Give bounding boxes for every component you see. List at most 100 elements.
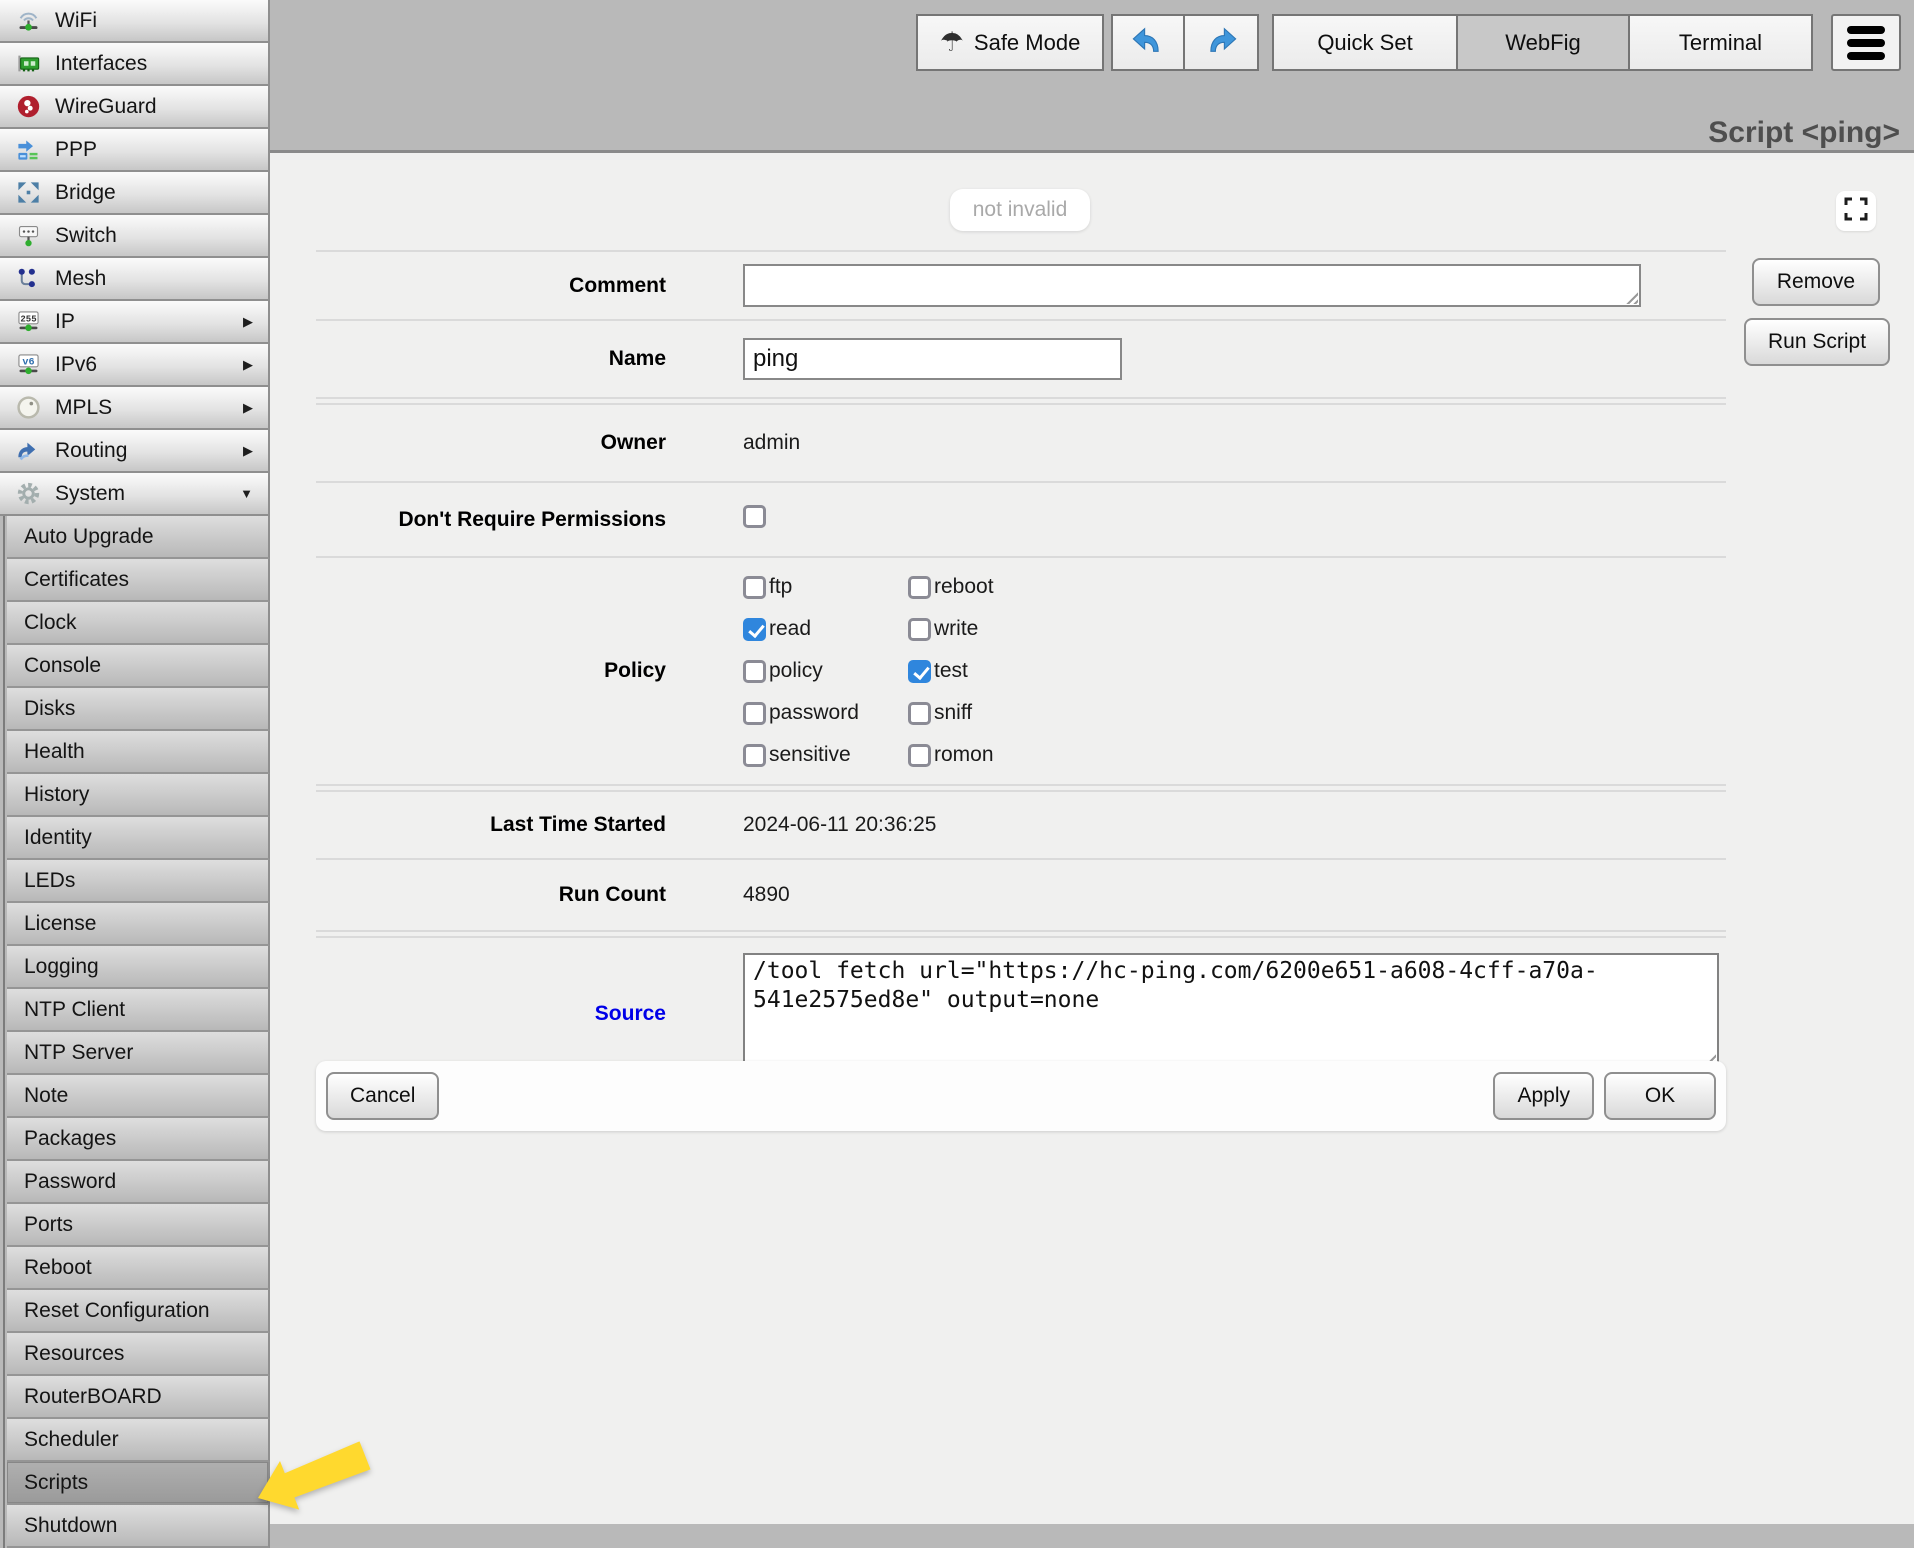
sidebar-item-scripts[interactable]: Scripts xyxy=(7,1462,270,1505)
sidebar-item-clock[interactable]: Clock xyxy=(7,602,270,645)
policy-option-label: password xyxy=(769,701,859,725)
sidebar-item-scheduler[interactable]: Scheduler xyxy=(7,1419,270,1462)
undo-redo-group xyxy=(1111,14,1259,71)
ok-button[interactable]: OK xyxy=(1604,1072,1716,1120)
hamburger-menu-button[interactable] xyxy=(1831,14,1901,71)
policy-option-label: write xyxy=(934,617,978,641)
switch-icon xyxy=(10,221,46,251)
policy-option-policy[interactable]: policy xyxy=(743,659,908,683)
sidebar-item-logging[interactable]: Logging xyxy=(7,946,270,989)
sidebar-item-ntp-client[interactable]: NTP Client xyxy=(7,989,270,1032)
checkbox-password[interactable] xyxy=(743,702,766,725)
run-count-row: Run Count 4890 xyxy=(316,858,1726,930)
sidebar-top: WiFi Interfaces WireGuardPPPBridgeSwitchMe… xyxy=(0,0,270,516)
checkbox-read[interactable] xyxy=(743,618,766,641)
apply-button[interactable]: Apply xyxy=(1493,1072,1594,1120)
fullscreen-button[interactable] xyxy=(1836,191,1876,231)
policy-option-sensitive[interactable]: sensitive xyxy=(743,743,908,767)
sidebar-item-password[interactable]: Password xyxy=(7,1161,270,1204)
run-count-label: Run Count xyxy=(316,883,666,907)
sidebar-item-license[interactable]: License xyxy=(7,903,270,946)
sidebar-item-console[interactable]: Console xyxy=(7,645,270,688)
sidebar-item-auto-upgrade[interactable]: Auto Upgrade xyxy=(7,516,270,559)
checkbox-sensitive[interactable] xyxy=(743,744,766,767)
tab-webfig[interactable]: WebFig xyxy=(1458,14,1630,71)
redo-button[interactable] xyxy=(1185,14,1259,71)
sidebar-item-ipv6[interactable]: v6IPv6▶ xyxy=(0,344,270,387)
sidebar-item-certificates[interactable]: Certificates xyxy=(7,559,270,602)
wireguard-icon xyxy=(10,92,46,122)
checkbox-sniff[interactable] xyxy=(908,702,931,725)
policy-option-write[interactable]: write xyxy=(908,617,994,641)
chevron-right-icon: ▶ xyxy=(243,357,253,373)
wifi-icon xyxy=(10,6,46,36)
bridge-icon xyxy=(10,178,46,208)
undo-button[interactable] xyxy=(1111,14,1185,71)
policy-option-password[interactable]: password xyxy=(743,701,908,725)
sidebar-item-identity[interactable]: Identity xyxy=(7,817,270,860)
cancel-button[interactable]: Cancel xyxy=(326,1072,439,1120)
sidebar-item-wifi[interactable]: WiFi xyxy=(0,0,270,43)
sidebar-item-health[interactable]: Health xyxy=(7,731,270,774)
sidebar-item-ip[interactable]: 255IP▶ xyxy=(0,301,270,344)
tab-quick-set[interactable]: Quick Set xyxy=(1272,14,1458,71)
checkbox-ftp[interactable] xyxy=(743,576,766,599)
sidebar-item-history[interactable]: History xyxy=(7,774,270,817)
sidebar-item-ppp[interactable]: PPP xyxy=(0,129,270,172)
remove-button[interactable]: Remove xyxy=(1752,258,1880,306)
run-count-value: 4890 xyxy=(666,883,1726,907)
policy-option-test[interactable]: test xyxy=(908,659,994,683)
policy-option-ftp[interactable]: ftp xyxy=(743,575,908,599)
sidebar-item-wireguard[interactable]: WireGuard xyxy=(0,86,270,129)
safe-mode-label: Safe Mode xyxy=(974,30,1080,56)
policy-option-romon[interactable]: romon xyxy=(908,743,994,767)
sidebar-item-label: Interfaces xyxy=(55,52,147,76)
sidebar-item-reboot[interactable]: Reboot xyxy=(7,1247,270,1290)
sidebar-item-mpls[interactable]: MPLS▶ xyxy=(0,387,270,430)
sidebar-item-packages[interactable]: Packages xyxy=(7,1118,270,1161)
sidebar-item-label: Routing xyxy=(55,439,127,463)
sidebar-item-leds[interactable]: LEDs xyxy=(7,860,270,903)
policy-option-label: read xyxy=(769,617,811,641)
sidebar-item-routing[interactable]: Routing▶ xyxy=(0,430,270,473)
interfaces-icon xyxy=(10,49,46,79)
action-button-bar: Cancel Apply OK xyxy=(316,1061,1726,1131)
comment-input[interactable] xyxy=(743,264,1641,307)
sidebar-item-reset-configuration[interactable]: Reset Configuration xyxy=(7,1290,270,1333)
sidebar-item-label: WiFi xyxy=(55,9,97,33)
sidebar-item-disks[interactable]: Disks xyxy=(7,688,270,731)
policy-row: Policy ftp reboot read write policytest passw… xyxy=(316,556,1726,784)
sidebar-item-label: IP xyxy=(55,310,75,334)
checkbox-dont-require-permissions[interactable] xyxy=(743,505,766,528)
policy-option-sniff[interactable]: sniff xyxy=(908,701,994,725)
tab-terminal[interactable]: Terminal xyxy=(1630,14,1813,71)
checkbox-romon[interactable] xyxy=(908,744,931,767)
policy-label: Policy xyxy=(316,659,666,683)
run-script-button[interactable]: Run Script xyxy=(1744,318,1890,366)
sidebar-item-bridge[interactable]: Bridge xyxy=(0,172,270,215)
safe-mode-button[interactable]: ☂ Safe Mode xyxy=(916,14,1104,71)
sidebar-item-system[interactable]: System▼ xyxy=(0,473,270,516)
checkbox-policy[interactable] xyxy=(743,660,766,683)
sidebar-item-switch[interactable]: Switch xyxy=(0,215,270,258)
sidebar-item-shutdown[interactable]: Shutdown xyxy=(7,1505,270,1548)
comment-label: Comment xyxy=(316,274,666,298)
checkbox-test[interactable] xyxy=(908,660,931,683)
policy-option-read[interactable]: read xyxy=(743,617,908,641)
policy-option-reboot[interactable]: reboot xyxy=(908,575,994,599)
sidebar-item-interfaces[interactable]: Interfaces xyxy=(0,43,270,86)
sidebar-item-mesh[interactable]: Mesh xyxy=(0,258,270,301)
sidebar-item-ports[interactable]: Ports xyxy=(7,1204,270,1247)
sidebar-item-ntp-server[interactable]: NTP Server xyxy=(7,1032,270,1075)
svg-text:255: 255 xyxy=(20,314,36,324)
policy-option-label: ftp xyxy=(769,575,792,599)
sidebar-item-note[interactable]: Note xyxy=(7,1075,270,1118)
sidebar-item-resources[interactable]: Resources xyxy=(7,1333,270,1376)
sidebar-item-routerboard[interactable]: RouterBOARD xyxy=(7,1376,270,1419)
checkbox-reboot[interactable] xyxy=(908,576,931,599)
chevron-down-icon: ▼ xyxy=(240,486,253,501)
name-input[interactable] xyxy=(743,338,1122,380)
dont-require-permissions-row: Don't Require Permissions xyxy=(316,481,1726,556)
checkbox-write[interactable] xyxy=(908,618,931,641)
source-textarea[interactable]: /tool fetch url="https://hc-ping.com/620… xyxy=(743,953,1719,1069)
